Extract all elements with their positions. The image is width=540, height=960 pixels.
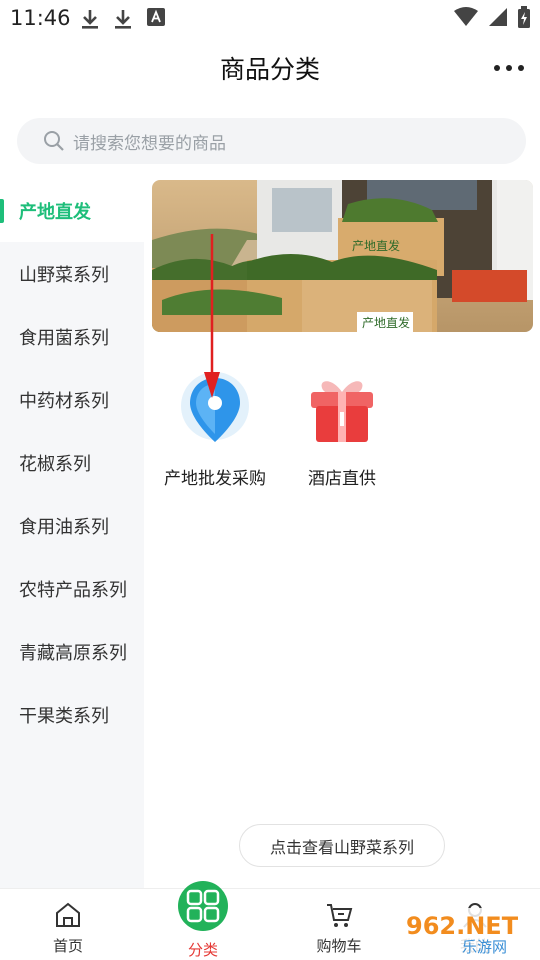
sidebar-item-specialty-products[interactable]: 农特产品系列 [0,557,144,620]
font-a-icon [147,8,165,26]
battery-icon [518,6,530,28]
annotation-arrow [204,234,220,398]
nav-label: 购物车 [316,937,362,955]
category-grid-icon [178,881,228,931]
sidebar-item-label: 干果类系列 [19,705,109,727]
sidebar-item-sichuan-pepper[interactable]: 花椒系列 [0,431,144,494]
sidebar-item-label: 产地直发 [19,201,91,223]
subcategory-label: 酒店直供 [308,469,376,489]
banner-box-text: 产地直发 [362,315,410,330]
status-bar: 11:46 [0,0,540,36]
cart-icon [327,904,353,927]
nav-label: 首页 [52,937,83,955]
dot-icon [506,65,512,71]
sidebar-item-qinghai-tibet[interactable]: 青藏高原系列 [0,620,144,683]
category-sidebar: 产地直发 山野菜系列 食用菌系列 中药材系列 花椒系列 食用油系列 农特产品系列… [0,179,144,888]
sidebar-item-edible-oil[interactable]: 食用油系列 [0,494,144,557]
download-icon [82,10,98,29]
search-icon [44,131,64,151]
subcategory-hotel-supply[interactable]: 酒店直供 [282,370,402,489]
signal-icon [489,8,507,26]
sidebar-item-wild-vegetables[interactable]: 山野菜系列 [0,242,144,305]
banner-box-text: 产地直发 [352,238,400,253]
sidebar-item-label: 花椒系列 [19,453,91,475]
status-time: 11:46 [10,6,71,30]
nav-label: 分类 [187,941,218,959]
more-options-button[interactable] [494,56,524,80]
sidebar-item-label: 中药材系列 [19,390,109,412]
dot-icon [494,65,500,71]
sidebar-item-label: 农特产品系列 [19,579,127,601]
sidebar-item-origin-direct[interactable]: 产地直发 [0,179,144,242]
sidebar-item-label: 山野菜系列 [19,264,109,286]
download-icon [115,10,131,29]
search-input[interactable]: 请搜索您想要的商品 [17,118,526,164]
watermark-text: 乐游网 [462,938,507,956]
wifi-icon [454,7,478,26]
sidebar-item-dried-fruits[interactable]: 干果类系列 [0,683,144,746]
sidebar-item-label: 食用菌系列 [19,327,109,349]
home-icon [56,902,80,927]
header: 商品分类 [0,36,540,102]
sidebar-item-edible-fungi[interactable]: 食用菌系列 [0,305,144,368]
nav-cart[interactable]: 购物车 [284,889,394,960]
sidebar-item-herbal-medicine[interactable]: 中药材系列 [0,368,144,431]
view-more-button[interactable]: 点击查看山野菜系列 [239,824,445,867]
nav-home[interactable]: 首页 [13,889,123,960]
search-placeholder: 请搜索您想要的商品 [73,133,226,154]
watermark-text: 962.NET [406,912,519,940]
active-indicator [0,199,4,223]
sidebar-item-label: 青藏高原系列 [19,642,127,664]
subcategory-label: 产地批发采购 [164,469,266,489]
sidebar-item-label: 食用油系列 [19,516,109,538]
page-title: 商品分类 [219,55,320,84]
watermark-logo: 962.NET 乐游网 [402,908,536,956]
nav-category[interactable]: 分类 [148,881,258,960]
gift-box-icon [311,381,373,442]
dot-icon [518,65,524,71]
